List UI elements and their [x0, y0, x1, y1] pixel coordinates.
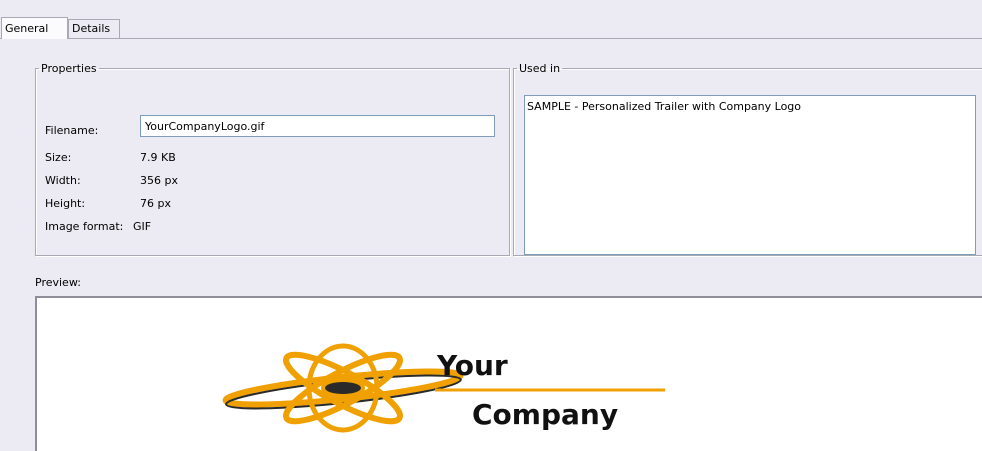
tab-strip: General Details — [0, 0, 982, 40]
logo-line-your: Your — [436, 349, 508, 382]
list-item[interactable]: SAMPLE - Personalized Trailer with Compa… — [527, 99, 973, 114]
preview-label: Preview: — [35, 276, 81, 289]
width-label: Width: — [45, 174, 81, 187]
height-value: 76 px — [140, 197, 171, 210]
used-in-legend: Used in — [519, 62, 561, 75]
used-in-group: Used in SAMPLE - Personalized Trailer wi… — [513, 62, 982, 256]
size-label: Size: — [45, 151, 72, 164]
image-format-value: GIF — [133, 220, 152, 233]
properties-group: Properties Filename: Size: 7.9 KB Width:… — [35, 62, 510, 256]
company-logo-image: Your Company — [222, 343, 665, 433]
tab-general[interactable]: General — [1, 17, 68, 39]
tab-details[interactable]: Details — [68, 19, 120, 38]
tab-divider — [0, 38, 982, 39]
width-value: 356 px — [140, 174, 178, 187]
properties-legend: Properties — [41, 62, 97, 75]
preview-panel: Your Company — [35, 296, 982, 451]
logo-line-company: Company — [472, 398, 618, 431]
image-format-label: Image format: — [45, 220, 124, 233]
used-in-list[interactable]: SAMPLE - Personalized Trailer with Compa… — [524, 95, 976, 255]
size-value: 7.9 KB — [140, 151, 176, 164]
filename-label: Filename: — [45, 124, 99, 137]
filename-input[interactable] — [140, 115, 495, 137]
height-label: Height: — [45, 197, 86, 210]
